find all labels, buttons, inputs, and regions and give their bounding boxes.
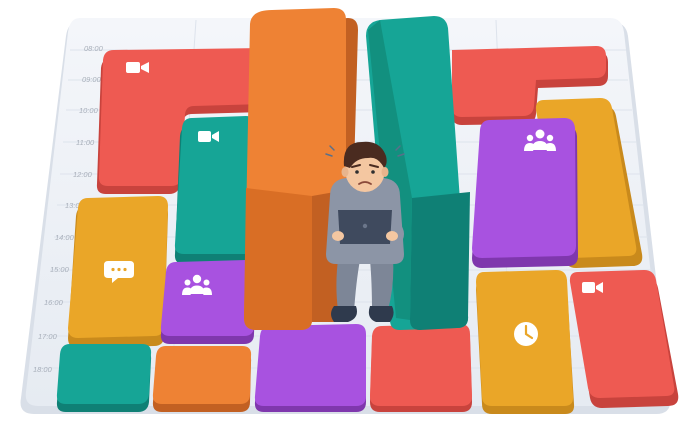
- scene-svg: 08:00 09:00 10:00 11:00 12:00 13:00 14:0…: [20, 8, 679, 414]
- time-label: 11:00: [76, 138, 95, 147]
- time-label: 17:00: [38, 332, 58, 341]
- time-label: 10:00: [79, 106, 99, 115]
- clock-icon: [514, 322, 538, 346]
- event-block-purple-small: [160, 260, 256, 344]
- calendar-illustration: 08:00 09:00 10:00 11:00 12:00 13:00 14:0…: [0, 0, 687, 428]
- time-label: 09:00: [82, 75, 102, 84]
- event-block-purple-group: [472, 118, 578, 268]
- time-label: 12:00: [73, 170, 93, 179]
- event-block-yellow-clock: [476, 270, 575, 414]
- time-label: 15:00: [50, 265, 70, 274]
- time-label: 16:00: [44, 298, 64, 307]
- event-block-orange-small: [152, 346, 252, 412]
- event-block-red-bottom: [370, 324, 472, 412]
- time-label: 08:00: [84, 44, 104, 53]
- event-block-teal-meeting: [174, 116, 256, 264]
- time-label: 14:00: [55, 233, 75, 242]
- event-block-yellow-chat: [68, 196, 168, 348]
- event-block-teal-small: [56, 344, 152, 412]
- event-block-purple-bottom: [254, 324, 366, 412]
- time-label: 18:00: [33, 365, 53, 374]
